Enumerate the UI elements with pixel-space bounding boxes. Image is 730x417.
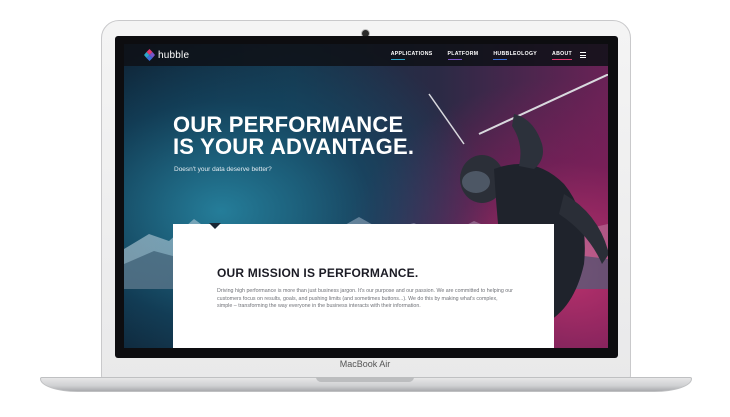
hubble-logo[interactable]: hubble	[144, 49, 189, 61]
hero-title-line-1: OUR PERFORMANCE	[173, 112, 404, 137]
hero-subtitle: Doesn't your data deserve better?	[174, 166, 272, 173]
hamburger-icon[interactable]	[580, 52, 586, 58]
nav-item-hubbleology[interactable]: HUBBLEOLOGY	[493, 51, 537, 60]
mission-body: Driving high performance is more than ju…	[217, 288, 513, 310]
hero-title-line-2: IS YOUR ADVANTAGE.	[173, 134, 415, 159]
nav-item-applications[interactable]: APPLICATIONS	[390, 51, 433, 60]
logo-wordmark: hubble	[158, 49, 190, 61]
nav-item-platform[interactable]: PLATFORM	[447, 51, 479, 60]
nav-item-about[interactable]: ABOUT	[552, 51, 572, 60]
nav-links: APPLICATIONS PLATFORM HUBBLEOLOGY ABOUT	[376, 51, 586, 60]
website-screen: hubble APPLICATIONS PLATFORM HUBBLEOLOGY…	[124, 44, 608, 348]
laptop-notch	[316, 377, 414, 382]
mission-title: OUR MISSION IS PERFORMANCE.	[217, 266, 419, 280]
mission-card: OUR MISSION IS PERFORMANCE. Driving high…	[173, 223, 554, 348]
hubble-logo-icon	[144, 49, 155, 61]
hero-title: OUR PERFORMANCE IS YOUR ADVANTAGE.	[173, 114, 414, 158]
card-pointer-icon	[209, 223, 221, 229]
device-label: MacBook Air	[339, 359, 391, 369]
top-navigation: hubble APPLICATIONS PLATFORM HUBBLEOLOGY…	[124, 44, 608, 66]
